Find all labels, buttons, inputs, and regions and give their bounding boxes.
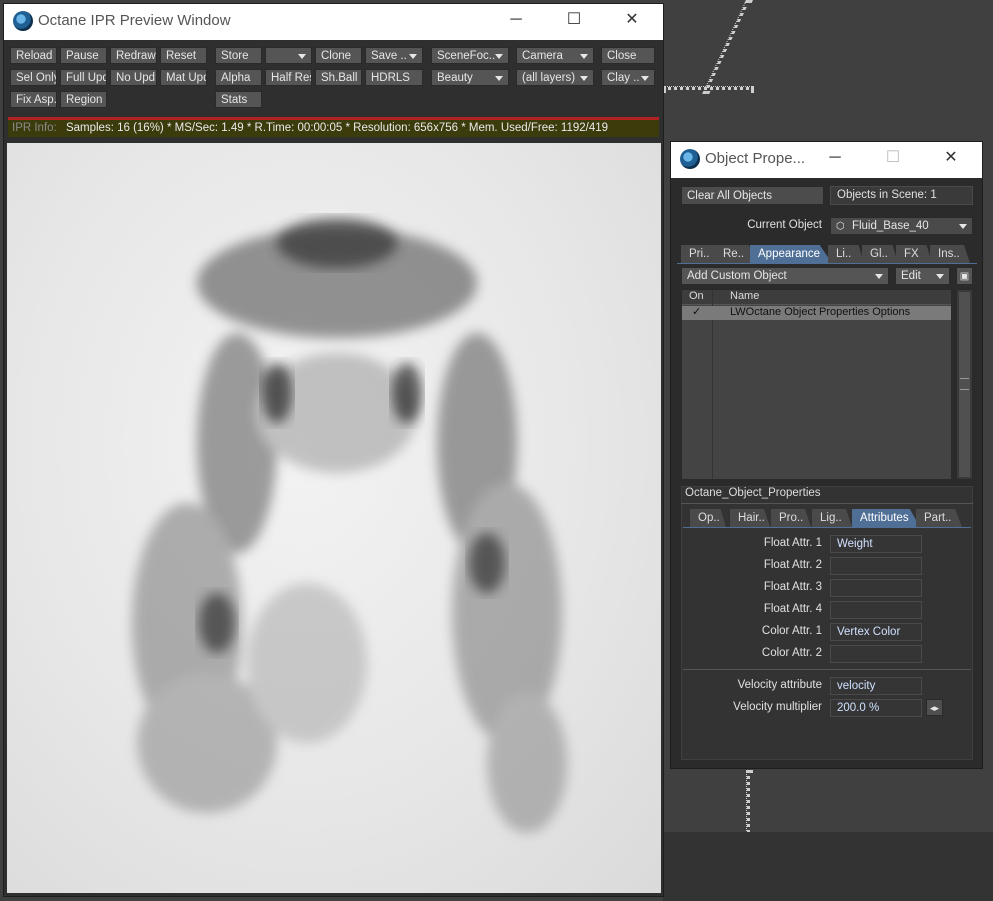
shader-ball-button[interactable]: Sh.Ball bbox=[315, 69, 362, 86]
octane-logo-icon bbox=[13, 11, 33, 31]
list-item[interactable]: ✓ LWOctane Object Properties Options bbox=[682, 306, 951, 320]
float-attr-1-field[interactable]: Weight bbox=[830, 535, 922, 553]
no-update-button[interactable]: No Upd. bbox=[110, 69, 157, 86]
object-properties-title: Object Prope... bbox=[705, 150, 806, 167]
sel-only-button[interactable]: Sel Only bbox=[10, 69, 57, 86]
list-header-on: On bbox=[689, 290, 704, 302]
group-title: Octane_Object_Properties bbox=[685, 487, 821, 499]
reset-button[interactable]: Reset bbox=[160, 47, 207, 64]
kernel-dropdown[interactable]: Clay .. bbox=[601, 69, 655, 86]
redraw-button[interactable]: Redraw bbox=[110, 47, 157, 64]
mat-update-button[interactable]: Mat Upd bbox=[160, 69, 207, 86]
scene-focus-dropdown[interactable]: SceneFoc.. bbox=[431, 47, 509, 64]
close-button[interactable]: Close bbox=[601, 47, 655, 64]
close-icon[interactable]: ✕ bbox=[622, 10, 642, 30]
tab-render[interactable]: Re.. bbox=[715, 245, 755, 263]
subtab-lights[interactable]: Lig.. bbox=[812, 509, 852, 527]
tab-fx[interactable]: FX bbox=[896, 245, 932, 263]
attributes-separator bbox=[683, 669, 971, 670]
ipr-titlebar[interactable]: Octane IPR Preview Window ─ ☐ ✕ bbox=[4, 4, 663, 40]
subtab-particles[interactable]: Part.. bbox=[916, 509, 962, 527]
maximize-icon[interactable]: ☐ bbox=[883, 148, 903, 168]
octane-logo-icon bbox=[680, 149, 700, 169]
reload-button[interactable]: Reload bbox=[10, 47, 57, 64]
minimize-icon[interactable]: ─ bbox=[825, 148, 845, 168]
list-scrollbar[interactable] bbox=[956, 289, 973, 480]
velocity-attribute-field[interactable]: velocity bbox=[830, 677, 922, 695]
full-update-button[interactable]: Full Upd. bbox=[60, 69, 107, 86]
store-button[interactable]: Store bbox=[215, 47, 262, 64]
half-res-button[interactable]: Half Res bbox=[265, 69, 312, 86]
float-attr-1-label: Float Attr. 1 bbox=[763, 537, 822, 549]
subtab-hair[interactable]: Hair.. bbox=[730, 509, 770, 527]
ipr-info-label: IPR Info: bbox=[12, 122, 57, 134]
group-title-separator bbox=[681, 503, 973, 504]
velocity-attribute-label: Velocity attribute bbox=[737, 679, 822, 691]
add-custom-object-dropdown[interactable]: Add Custom Object bbox=[681, 267, 889, 285]
float-attr-2-label: Float Attr. 2 bbox=[763, 559, 822, 571]
pause-button[interactable]: Pause bbox=[60, 47, 107, 64]
list-item-name: LWOctane Object Properties Options bbox=[730, 306, 911, 318]
tab-underline bbox=[677, 263, 977, 264]
color-attr-1-label: Color Attr. 1 bbox=[761, 625, 822, 637]
render-viewport[interactable] bbox=[7, 143, 661, 893]
objects-in-scene-display: Objects in Scene: 1 bbox=[830, 186, 973, 205]
region-button[interactable]: Region bbox=[60, 91, 107, 108]
slider-arrows-icon[interactable]: ◂▸ bbox=[926, 699, 943, 716]
viewport-guide-line bbox=[702, 0, 750, 94]
close-icon[interactable]: ✕ bbox=[941, 148, 961, 168]
float-attr-2-field[interactable] bbox=[830, 557, 922, 575]
store-slot-dropdown[interactable] bbox=[265, 47, 312, 64]
camera-dropdown[interactable]: Camera bbox=[516, 47, 594, 64]
float-attr-4-field[interactable] bbox=[830, 601, 922, 619]
list-header-name: Name bbox=[730, 290, 760, 302]
subtab-underline bbox=[683, 527, 971, 528]
ipr-info-text: Samples: 16 (16%) * MS/Sec: 1.49 * R.Tim… bbox=[65, 122, 609, 134]
float-attr-3-label: Float Attr. 3 bbox=[763, 581, 822, 593]
ipr-title: Octane IPR Preview Window bbox=[38, 12, 231, 29]
clipboard-icon[interactable]: ▣ bbox=[956, 267, 973, 285]
render-image bbox=[132, 218, 567, 833]
ipr-info-bar: IPR Info: Samples: 16 (16%) * MS/Sec: 1.… bbox=[8, 117, 659, 137]
maximize-icon[interactable]: ☐ bbox=[564, 10, 584, 30]
stats-button[interactable]: Stats bbox=[215, 91, 262, 108]
velocity-multiplier-field[interactable]: 200.0 % bbox=[830, 699, 922, 717]
current-object-value: Fluid_Base_40 bbox=[851, 220, 929, 232]
alpha-button[interactable]: Alpha bbox=[215, 69, 262, 86]
velocity-multiplier-label: Velocity multiplier bbox=[733, 701, 822, 713]
current-object-label: Current Object bbox=[747, 219, 822, 231]
checkbox-checked-icon[interactable]: ✓ bbox=[692, 305, 701, 318]
custom-object-list[interactable]: On Name ✓ LWOctane Object Properties Opt… bbox=[681, 289, 952, 480]
float-attr-4-label: Float Attr. 4 bbox=[763, 603, 822, 615]
subtab-options[interactable]: Op.. bbox=[690, 509, 726, 527]
layers-dropdown[interactable]: (all layers) bbox=[516, 69, 594, 86]
minimize-icon[interactable]: ─ bbox=[506, 10, 526, 30]
viewport-floor bbox=[663, 832, 993, 901]
save-dropdown[interactable]: Save .. bbox=[365, 47, 423, 64]
clone-button[interactable]: Clone bbox=[315, 47, 362, 64]
tab-instances[interactable]: Ins.. bbox=[930, 245, 970, 263]
scroll-grip-icon bbox=[960, 378, 969, 390]
edit-dropdown[interactable]: Edit bbox=[895, 267, 950, 285]
fix-aspect-button[interactable]: Fix Asp. bbox=[10, 91, 57, 108]
tab-appearance[interactable]: Appearance bbox=[750, 245, 832, 263]
hdrls-button[interactable]: HDRLS bbox=[365, 69, 423, 86]
clear-all-objects-button[interactable]: Clear All Objects bbox=[681, 186, 824, 205]
cube-icon: ⬡ bbox=[836, 221, 845, 232]
color-attr-1-field[interactable]: Vertex Color bbox=[830, 623, 922, 641]
color-attr-2-field[interactable] bbox=[830, 645, 922, 663]
float-attr-3-field[interactable] bbox=[830, 579, 922, 597]
tab-lights[interactable]: Li.. bbox=[828, 245, 864, 263]
object-properties-titlebar[interactable]: Object Prope... ─ ☐ ✕ bbox=[671, 142, 982, 178]
subtab-properties[interactable]: Pro.. bbox=[771, 509, 811, 527]
subtab-attributes[interactable]: Attributes bbox=[852, 509, 920, 527]
color-attr-2-label: Color Attr. 2 bbox=[761, 647, 822, 659]
list-header: On Name bbox=[682, 290, 951, 305]
render-pass-dropdown[interactable]: Beauty bbox=[431, 69, 509, 86]
tab-global-illumination[interactable]: Gl.. bbox=[862, 245, 898, 263]
current-object-dropdown[interactable]: ⬡ Fluid_Base_40 bbox=[830, 217, 973, 235]
